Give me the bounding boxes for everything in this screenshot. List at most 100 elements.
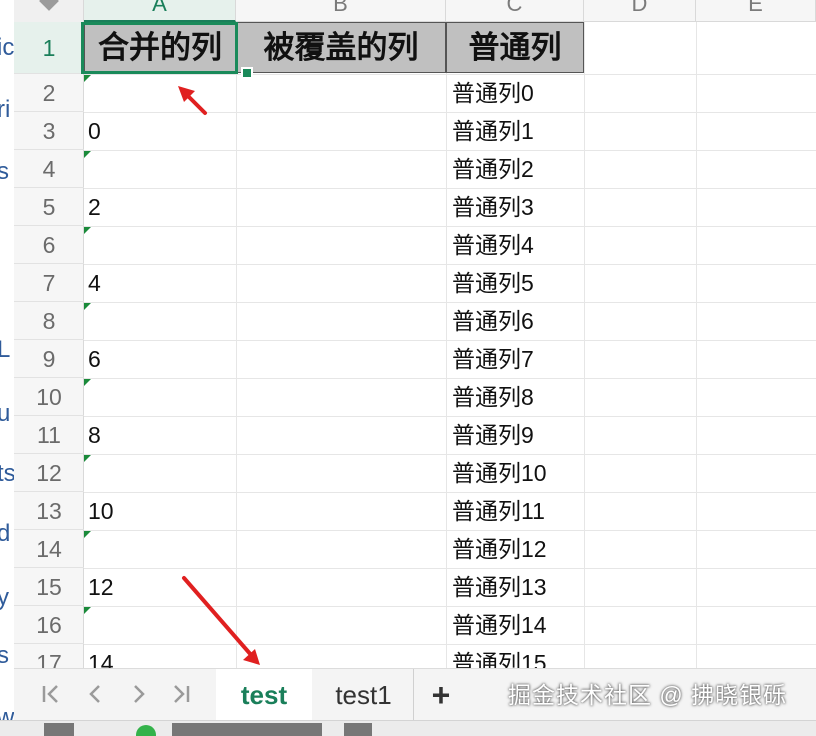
background-text-fragment: s <box>0 642 9 669</box>
select-all-corner[interactable] <box>14 0 84 22</box>
column-header-b[interactable]: B <box>236 0 446 22</box>
comment-flag-icon <box>84 75 91 82</box>
comment-flag-icon <box>84 151 91 158</box>
background-text-fragment: d <box>0 520 11 547</box>
cell-c[interactable]: 普通列2 <box>452 150 534 188</box>
column-header-a[interactable]: A <box>84 0 236 22</box>
cell-a[interactable]: 0 <box>88 112 101 150</box>
watermark: 掘金技术社区 @ 拂晓银砾 <box>508 682 788 708</box>
background-text-fragment: ri <box>0 96 11 123</box>
grid-column-line <box>584 22 585 668</box>
cell-c[interactable]: 普通列5 <box>452 264 534 302</box>
column-header-bar: ABCDE <box>14 0 816 22</box>
row-header-17[interactable]: 17 <box>14 644 84 668</box>
row-header-2[interactable]: 2 <box>14 74 84 112</box>
status-text-fragment <box>172 723 322 736</box>
cell-a[interactable]: 4 <box>88 264 101 302</box>
cell-a[interactable]: 2 <box>88 188 101 226</box>
cell-c[interactable]: 普通列10 <box>452 454 547 492</box>
cell-grid[interactable]: 合并的列 被覆盖的列 普通列 普通列0 0 普通列1 普通列2 2 普通列3 普通列4 4 普通列5 普… <box>84 22 816 668</box>
background-text-fragment: s <box>0 158 9 185</box>
row-header-6[interactable]: 6 <box>14 226 84 264</box>
cell-c[interactable]: 普通列11 <box>452 492 545 530</box>
cell-a[interactable]: 6 <box>88 340 101 378</box>
status-ok-icon <box>136 725 156 736</box>
grid-column-line <box>696 22 697 668</box>
background-window-strip: icrisLutsdysw <box>0 0 14 736</box>
grid-row-line <box>84 74 816 75</box>
cell-c[interactable]: 普通列1 <box>452 112 534 150</box>
row-header-9[interactable]: 9 <box>14 340 84 378</box>
cell-c[interactable]: 普通列6 <box>452 302 534 340</box>
last-sheet-icon[interactable] <box>168 681 194 707</box>
comment-flag-icon <box>84 531 91 538</box>
status-bar <box>0 720 816 736</box>
next-sheet-icon[interactable] <box>126 681 152 707</box>
cell-c[interactable]: 普通列4 <box>452 226 534 264</box>
row-header-3[interactable]: 3 <box>14 112 84 150</box>
tab-test[interactable]: test <box>216 669 312 721</box>
grid-row-line <box>84 302 816 303</box>
grid-row-line <box>84 492 816 493</box>
cell-a[interactable]: 14 <box>88 644 114 668</box>
first-sheet-icon[interactable] <box>38 681 64 707</box>
status-icon-fragment <box>344 723 372 736</box>
cell-c[interactable]: 普通列9 <box>452 416 534 454</box>
grid-row-line <box>84 112 816 113</box>
cell-c[interactable]: 普通列8 <box>452 378 534 416</box>
header-cell-b[interactable]: 被覆盖的列 <box>236 22 446 73</box>
header-cell-c[interactable]: 普通列 <box>446 22 584 73</box>
row-header-bar: 1 2 3 4 5 6 7 8 9 10 11 12 13 14 15 16 17 <box>14 22 84 668</box>
row-header-16[interactable]: 16 <box>14 606 84 644</box>
row-header-1[interactable]: 1 <box>14 22 84 74</box>
row-header-12[interactable]: 12 <box>14 454 84 492</box>
grid-row-line <box>84 378 816 379</box>
row-header-7[interactable]: 7 <box>14 264 84 302</box>
row-header-14[interactable]: 14 <box>14 530 84 568</box>
cell-c[interactable]: 普通列13 <box>452 568 547 606</box>
row-header-8[interactable]: 8 <box>14 302 84 340</box>
row-header-11[interactable]: 11 <box>14 416 84 454</box>
cell-a[interactable]: 10 <box>88 492 114 530</box>
row-header-15[interactable]: 15 <box>14 568 84 606</box>
grid-row-line <box>84 606 816 607</box>
row-header-4[interactable]: 4 <box>14 150 84 188</box>
column-header-e[interactable]: E <box>696 0 816 22</box>
status-text-fragment <box>44 723 74 736</box>
cell-c[interactable]: 普通列7 <box>452 340 534 378</box>
background-text-fragment: L <box>0 336 11 363</box>
cell-a[interactable]: 8 <box>88 416 101 454</box>
comment-flag-icon <box>84 607 91 614</box>
row-header-10[interactable]: 10 <box>14 378 84 416</box>
grid-row-line <box>84 530 816 531</box>
column-header-d[interactable]: D <box>584 0 696 22</box>
background-text-fragment: y <box>0 584 9 611</box>
cell-c[interactable]: 普通列0 <box>452 74 534 112</box>
grid-row-line <box>84 150 816 151</box>
comment-flag-icon <box>84 303 91 310</box>
cell-c[interactable]: 普通列12 <box>452 530 547 568</box>
comment-flag-icon <box>84 455 91 462</box>
cell-a[interactable]: 12 <box>88 568 114 606</box>
fill-handle[interactable] <box>241 67 253 79</box>
background-text-fragment: ts <box>0 460 14 487</box>
column-header-c[interactable]: C <box>446 0 584 22</box>
grid-row-line <box>84 264 816 265</box>
background-text-fragment: u <box>0 400 11 427</box>
row-header-13[interactable]: 13 <box>14 492 84 530</box>
cell-c[interactable]: 普通列15 <box>452 644 547 668</box>
prev-sheet-icon[interactable] <box>82 681 108 707</box>
comment-flag-icon <box>84 227 91 234</box>
grid-row-line <box>84 188 816 189</box>
sheet-tab-bar: test test1 + 掘金技术社区 @ 拂晓银砾 <box>14 668 816 721</box>
tab-test1[interactable]: test1 <box>314 669 414 721</box>
cell-c[interactable]: 普通列3 <box>452 188 534 226</box>
grid-row-line <box>84 340 816 341</box>
grid-column-line <box>236 22 237 668</box>
add-sheet-button[interactable]: + <box>426 669 456 721</box>
grid-column-line <box>446 22 447 668</box>
cell-c[interactable]: 普通列14 <box>452 606 547 644</box>
spreadsheet[interactable]: ABCDE 1 2 3 4 5 6 7 8 9 10 11 12 13 14 15 16 17 合并的列 被覆盖的… <box>14 0 816 668</box>
background-text-fragment: ic <box>0 34 14 61</box>
row-header-5[interactable]: 5 <box>14 188 84 226</box>
